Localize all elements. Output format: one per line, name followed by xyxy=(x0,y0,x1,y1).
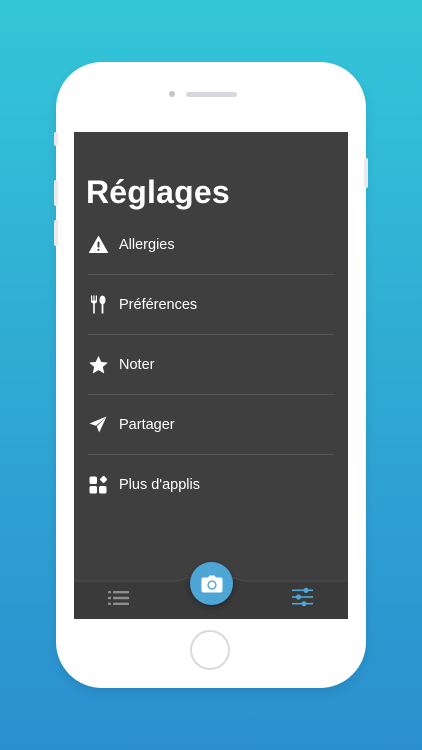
menu-item-label: Plus d'applis xyxy=(119,477,200,493)
tab-list[interactable] xyxy=(108,589,130,607)
menu-item-label: Allergies xyxy=(119,236,175,253)
menu-item-share[interactable]: Partager xyxy=(88,395,334,455)
menu-item-preferences[interactable]: Préférences xyxy=(88,275,334,335)
apps-grid-icon xyxy=(88,475,108,495)
menu-item-more-apps[interactable]: Plus d'applis xyxy=(88,455,334,515)
front-camera xyxy=(169,91,175,97)
phone-frame: Réglages Allergies Préférences Noter Par… xyxy=(54,62,368,688)
menu-item-rate[interactable]: Noter xyxy=(88,335,334,395)
volume-down-button xyxy=(54,220,58,246)
volume-up-button xyxy=(54,180,58,206)
tab-settings[interactable] xyxy=(292,587,314,607)
warning-icon xyxy=(88,235,108,255)
power-button xyxy=(364,158,368,188)
star-icon xyxy=(88,355,108,375)
fork-knife-icon xyxy=(88,295,108,315)
menu-item-label: Partager xyxy=(119,416,175,433)
earpiece-speaker xyxy=(186,92,237,97)
page-title: Réglages xyxy=(86,174,230,210)
mute-switch xyxy=(54,132,58,146)
background: Réglages Allergies Préférences Noter Par… xyxy=(0,0,422,750)
menu-item-label: Noter xyxy=(119,356,155,373)
camera-button[interactable] xyxy=(190,562,233,605)
home-button[interactable] xyxy=(190,630,230,670)
settings-menu: Allergies Préférences Noter Partager Plu… xyxy=(88,215,334,515)
camera-icon xyxy=(201,575,222,592)
menu-item-allergies[interactable]: Allergies xyxy=(88,215,334,275)
paper-plane-icon xyxy=(88,415,108,435)
list-icon xyxy=(108,591,129,605)
app-screen: Réglages Allergies Préférences Noter Par… xyxy=(74,132,348,619)
sliders-icon xyxy=(292,587,313,607)
menu-item-label: Préférences xyxy=(119,296,198,313)
